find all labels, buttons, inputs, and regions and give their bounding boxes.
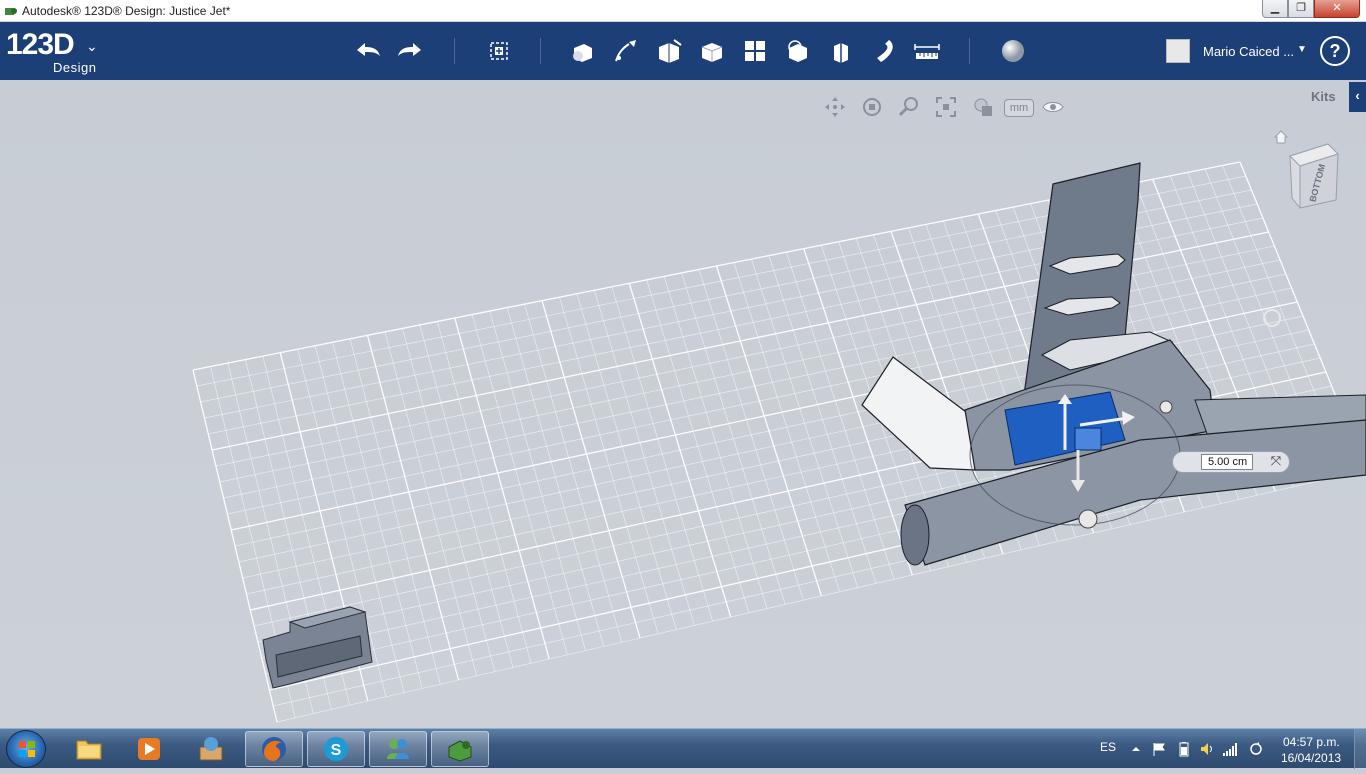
- close-button[interactable]: ✕: [1314, 0, 1360, 18]
- 123d-design-task[interactable]: [431, 731, 489, 767]
- group-button[interactable]: [781, 34, 815, 68]
- language-indicator[interactable]: ES: [1100, 740, 1116, 754]
- redo-icon: [398, 43, 421, 56]
- visibility-button[interactable]: [1040, 94, 1066, 120]
- material-button[interactable]: [996, 34, 1030, 68]
- flag-icon[interactable]: [1151, 741, 1167, 757]
- pan-icon: [825, 97, 845, 117]
- fit-button[interactable]: [933, 94, 959, 120]
- maximize-button[interactable]: ❐: [1288, 0, 1314, 18]
- clock-date[interactable]: 16/04/2013: [1281, 751, 1341, 765]
- windows-taskbar: S ES 04:57 p.m. 16/04/2013: [0, 728, 1366, 769]
- transform-button[interactable]: [482, 34, 516, 68]
- snap-icon: [877, 40, 893, 62]
- explorer-task[interactable]: [60, 731, 118, 767]
- primitives-button[interactable]: [566, 34, 600, 68]
- measure-input[interactable]: [1201, 454, 1253, 470]
- chevron-up-icon[interactable]: [1128, 741, 1144, 757]
- undo-button[interactable]: [351, 34, 385, 68]
- redo-button[interactable]: [393, 34, 427, 68]
- window-title-bar: Autodesk® 123D® Design: Justice Jet* ▁ ❐…: [0, 0, 1366, 22]
- media-player-icon: [138, 738, 160, 760]
- minimize-button[interactable]: ▁: [1262, 0, 1288, 18]
- construct-button[interactable]: [652, 34, 686, 68]
- start-button[interactable]: [6, 730, 46, 768]
- media-player-task[interactable]: [120, 731, 178, 767]
- main-toolbar: 123D ⌄ Design Mario Caiced ... ▼ ?: [0, 22, 1366, 80]
- svg-text:S: S: [331, 742, 342, 759]
- measure-button[interactable]: [910, 34, 944, 68]
- logo-text: 123D: [6, 28, 75, 61]
- firefox-task[interactable]: [245, 731, 303, 767]
- combine-icon: [834, 43, 848, 63]
- measure-snap-icon[interactable]: ⤧: [1267, 453, 1285, 471]
- pattern-button[interactable]: [738, 34, 772, 68]
- help-button[interactable]: ?: [1320, 36, 1350, 66]
- measure-value-box: ⤧: [1172, 451, 1290, 473]
- ruler-icon: [914, 44, 940, 59]
- network-icon[interactable]: [1222, 741, 1238, 757]
- skype-task[interactable]: S: [307, 731, 365, 767]
- messenger-task[interactable]: [369, 731, 427, 767]
- toolbar-separator: [454, 38, 455, 64]
- fit-icon: [936, 97, 956, 117]
- material-sphere-icon: [1002, 40, 1024, 62]
- folder-icon: [76, 740, 102, 760]
- eye-icon: [1042, 102, 1064, 112]
- 3d-viewport[interactable]: mm Kits ‹ BOTTOM ⤧: [0, 80, 1366, 728]
- archive-icon: [199, 737, 223, 761]
- sketch-icon: [615, 40, 636, 62]
- volume-icon[interactable]: [1199, 741, 1215, 757]
- orbit-button[interactable]: [859, 94, 885, 120]
- zoom-button[interactable]: [896, 94, 922, 120]
- unit-badge[interactable]: mm: [1004, 99, 1034, 117]
- undo-icon: [357, 43, 380, 56]
- primitives-icon: [573, 44, 592, 62]
- avatar[interactable]: [1166, 39, 1190, 63]
- messenger-icon: [387, 739, 409, 759]
- user-name[interactable]: Mario Caiced ...: [1203, 44, 1294, 59]
- app-menu-logo[interactable]: 123D ⌄ Design: [6, 28, 106, 76]
- small-block-part[interactable]: [262, 606, 373, 689]
- orbit-icon: [863, 98, 881, 116]
- snap-button[interactable]: [867, 34, 901, 68]
- toolbar-separator: [969, 38, 970, 64]
- chevron-down-icon[interactable]: ▼: [1297, 44, 1307, 55]
- show-desktop-button[interactable]: [1354, 729, 1366, 769]
- combine-button[interactable]: [824, 34, 858, 68]
- group-icon: [788, 40, 807, 62]
- chevron-down-icon: ⌄: [86, 38, 98, 54]
- modify-icon: [701, 43, 723, 62]
- toolbar-separator: [540, 38, 541, 64]
- view-style-button[interactable]: [970, 94, 996, 120]
- battery-icon[interactable]: [1176, 741, 1192, 757]
- transform-icon: [490, 42, 508, 60]
- view-cube[interactable]: BOTTOM: [1286, 142, 1346, 214]
- windows-logo-icon: [19, 741, 35, 757]
- 123d-design-icon: [448, 740, 472, 762]
- view-style-icon: [974, 98, 992, 116]
- sync-icon[interactable]: [1248, 741, 1264, 757]
- kits-label[interactable]: Kits: [1311, 89, 1336, 104]
- skype-icon: S: [324, 737, 348, 761]
- clock-time[interactable]: 04:57 p.m.: [1283, 735, 1340, 749]
- app-icon: [5, 8, 17, 15]
- zoom-icon: [898, 97, 918, 117]
- kits-panel-toggle[interactable]: ‹: [1349, 82, 1366, 112]
- window-title: Autodesk® 123D® Design: Justice Jet*: [22, 4, 231, 18]
- sketch-button[interactable]: [609, 34, 643, 68]
- construct-icon: [659, 39, 682, 63]
- logo-subtitle: Design: [53, 60, 97, 75]
- archive-task[interactable]: [182, 731, 240, 767]
- firefox-icon: [262, 737, 286, 761]
- pattern-icon: [745, 41, 765, 61]
- modify-button[interactable]: [695, 34, 729, 68]
- pan-button[interactable]: [822, 94, 848, 120]
- scene-canvas[interactable]: [0, 80, 1366, 728]
